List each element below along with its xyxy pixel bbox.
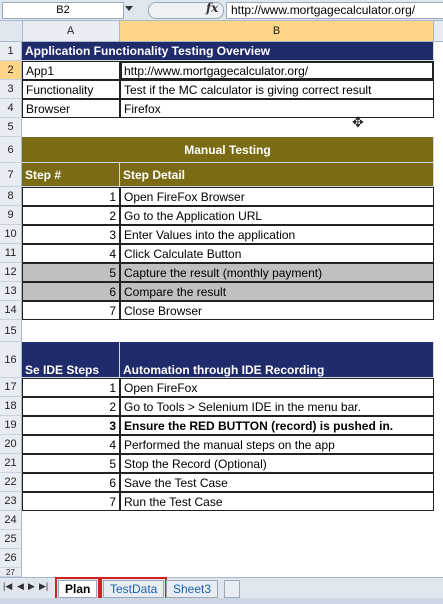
prev-sheet-icon[interactable]: ◀ [17, 581, 24, 592]
row-header[interactable]: 6 [0, 137, 22, 163]
row-header[interactable]: 26 [0, 549, 22, 568]
row-header[interactable]: 1 [0, 42, 22, 61]
ide-step-number[interactable]: 4 [22, 435, 120, 454]
overview-value[interactable]: Test if the MC calculator is giving corr… [120, 80, 434, 99]
manual-step-detail[interactable]: Go to the Application URL [120, 206, 434, 225]
row-header[interactable]: 25 [0, 530, 22, 549]
chevron-down-icon[interactable] [125, 6, 133, 11]
ide-step-number[interactable]: 2 [22, 397, 120, 416]
manual-step-detail[interactable]: Enter Values into the application [120, 225, 434, 244]
row-header[interactable]: 19 [0, 416, 22, 435]
ide-step-detail[interactable]: Ensure the RED BUTTON (record) is pushed… [120, 416, 434, 435]
manual-step-number[interactable]: 4 [22, 244, 120, 263]
last-sheet-icon[interactable]: ▶| [39, 581, 48, 592]
fx-icon[interactable]: fx [206, 1, 218, 15]
row-header[interactable]: 2 [0, 61, 22, 80]
overview-value-selected[interactable]: http://www.mortgagecalculator.org/ [120, 61, 434, 80]
manual-step-number[interactable]: 5 [22, 263, 120, 282]
row-header[interactable]: 13 [0, 282, 22, 301]
manual-step-detail[interactable]: Compare the result [120, 282, 434, 301]
overview-label[interactable]: App1 [22, 61, 120, 80]
ide-col-automation-header[interactable]: Automation through IDE Recording [120, 342, 434, 378]
ide-step-number[interactable]: 5 [22, 454, 120, 473]
row-header[interactable]: 3 [0, 80, 22, 99]
first-sheet-icon[interactable]: |◀ [3, 581, 12, 592]
ide-step-detail[interactable]: Open FireFox [120, 378, 434, 397]
tab-sheet3[interactable]: Sheet3 [166, 580, 219, 598]
sheet-tab-bar: |◀ ◀ ▶ ▶| Plan TestData Sheet3 [0, 577, 443, 601]
manual-testing-title[interactable]: Manual Testing [22, 137, 434, 163]
manual-col-step-header[interactable]: Step # [22, 163, 120, 187]
manual-step-detail[interactable]: Close Browser [120, 301, 434, 320]
row-header[interactable]: 18 [0, 397, 22, 416]
manual-step-number[interactable]: 1 [22, 187, 120, 206]
overview-value[interactable]: Firefox [120, 99, 434, 118]
manual-step-detail[interactable]: Capture the result (monthly payment) [120, 263, 434, 282]
ide-step-number[interactable]: 1 [22, 378, 120, 397]
row-header[interactable]: 8 [0, 187, 22, 206]
column-headers: A B [0, 21, 443, 42]
column-header-b[interactable]: B [120, 21, 434, 41]
tab-testdata[interactable]: TestData [99, 577, 168, 601]
row-header[interactable]: 14 [0, 301, 22, 320]
row-header[interactable]: 20 [0, 435, 22, 454]
ide-step-detail[interactable]: Performed the manual steps on the app [120, 435, 434, 454]
ide-step-number[interactable]: 6 [22, 473, 120, 492]
ide-col-steps-header[interactable]: Se IDE Steps [22, 342, 120, 378]
ide-step-number[interactable]: 3 [22, 416, 120, 435]
manual-step-number[interactable]: 6 [22, 282, 120, 301]
ide-step-detail[interactable]: Save the Test Case [120, 473, 434, 492]
tab-plan[interactable]: Plan [54, 577, 101, 601]
row-header[interactable]: 12 [0, 263, 22, 282]
row-header[interactable]: 22 [0, 473, 22, 492]
row-header[interactable]: 24 [0, 511, 22, 530]
manual-step-number[interactable]: 7 [22, 301, 120, 320]
select-all-corner[interactable] [0, 21, 23, 41]
row-header[interactable]: 11 [0, 244, 22, 263]
cursor-icon: ✥ [352, 114, 364, 130]
row-header[interactable]: 4 [0, 99, 22, 118]
row-header[interactable]: 15 [0, 320, 22, 342]
insert-sheet-icon[interactable] [224, 580, 240, 598]
status-bar [0, 598, 443, 604]
manual-step-number[interactable]: 2 [22, 206, 120, 225]
ide-step-detail[interactable]: Run the Test Case [120, 492, 434, 511]
row-header[interactable]: 10 [0, 225, 22, 244]
row-header[interactable]: 9 [0, 206, 22, 225]
row-header[interactable]: 16 [0, 342, 22, 378]
manual-step-detail[interactable]: Click Calculate Button [120, 244, 434, 263]
row-header[interactable]: 21 [0, 454, 22, 473]
ide-step-detail[interactable]: Stop the Record (Optional) [120, 454, 434, 473]
row-header[interactable]: 17 [0, 378, 22, 397]
name-box[interactable]: B2 [2, 2, 124, 19]
ide-step-detail[interactable]: Go to Tools > Selenium IDE in the menu b… [120, 397, 434, 416]
overview-label[interactable]: Browser [22, 99, 120, 118]
formula-input[interactable]: http://www.mortgagecalculator.org/ [226, 2, 443, 19]
manual-col-detail-header[interactable]: Step Detail [120, 163, 434, 187]
row-header[interactable]: 23 [0, 492, 22, 511]
manual-step-number[interactable]: 3 [22, 225, 120, 244]
formula-bar: B2 fx http://www.mortgagecalculator.org/ [0, 0, 443, 21]
ide-step-number[interactable]: 7 [22, 492, 120, 511]
row-header[interactable]: 5 [0, 118, 22, 137]
row-header[interactable]: 27 [0, 568, 22, 577]
row-header[interactable]: 7 [0, 163, 22, 187]
overview-title[interactable]: Application Functionality Testing Overvi… [22, 42, 434, 61]
manual-step-detail[interactable]: Open FireFox Browser [120, 187, 434, 206]
next-sheet-icon[interactable]: ▶ [28, 581, 35, 592]
overview-label[interactable]: Functionality [22, 80, 120, 99]
column-header-a[interactable]: A [22, 21, 120, 41]
